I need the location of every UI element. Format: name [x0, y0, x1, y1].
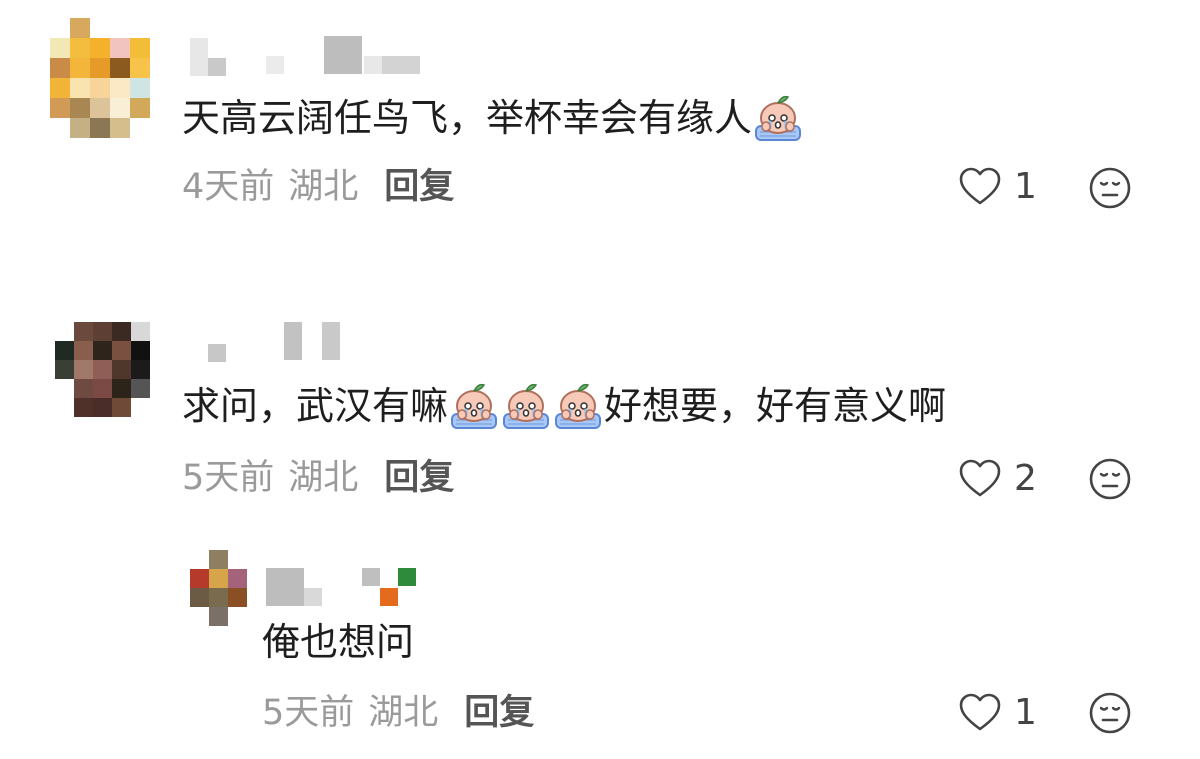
like-button[interactable]: 1 — [958, 692, 1037, 733]
reply-text: 俺也想问 — [262, 616, 414, 668]
avatar[interactable] — [190, 550, 247, 626]
reply-meta: 5天前 湖北 回复 — [262, 690, 534, 736]
timestamp: 5天前 — [262, 693, 355, 733]
reply-button[interactable]: 回复 — [464, 693, 534, 733]
like-count: 1 — [1014, 692, 1037, 733]
username-pixelated[interactable] — [266, 568, 416, 606]
reply-1: 俺也想问 5天前 湖北 回复 1 — [0, 0, 1200, 759]
reply-text-content: 俺也想问 — [262, 620, 415, 664]
heart-outline-icon[interactable] — [958, 693, 1002, 733]
neutral-face-icon[interactable] — [1088, 691, 1132, 735]
location: 湖北 — [368, 693, 439, 733]
